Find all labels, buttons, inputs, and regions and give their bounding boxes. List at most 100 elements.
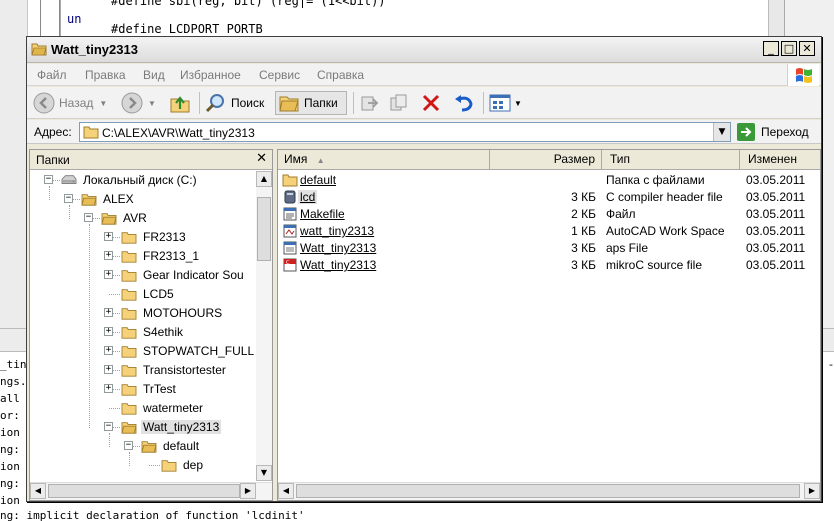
- expand-icon[interactable]: +: [104, 232, 113, 241]
- file-name: watt_tiny2313: [300, 224, 375, 238]
- scroll-down-icon[interactable]: ▼: [256, 465, 272, 481]
- file-row[interactable]: watt_tiny2313 1 КБ AutoCAD Work Space 03.05…: [278, 223, 820, 240]
- output-line: ion: [0, 426, 20, 439]
- up-folder-button[interactable]: [169, 91, 193, 115]
- file-row[interactable]: Watt_tiny2313 3 КБ aps File 03.05.2011: [278, 240, 820, 257]
- go-button[interactable]: Переход: [737, 122, 821, 142]
- tree-item[interactable]: − ALEX: [30, 190, 256, 209]
- folders-toggle-button[interactable]: Папки: [275, 91, 347, 115]
- chevron-down-icon[interactable]: ▼: [148, 99, 156, 108]
- column-name[interactable]: Имя ▲: [278, 150, 490, 170]
- file-row[interactable]: lcd 3 КБ C compiler header file 03.05.2011: [278, 189, 820, 206]
- collapse-icon[interactable]: −: [44, 175, 53, 184]
- tree-item[interactable]: + S4ethik: [30, 323, 256, 342]
- menu-edit[interactable]: Правка: [85, 68, 126, 82]
- tree-item[interactable]: + Gear Indicator Sou: [30, 266, 256, 285]
- expand-icon[interactable]: +: [104, 308, 113, 317]
- file-row[interactable]: Makefile 2 КБ Файл 03.05.2011: [278, 206, 820, 223]
- chevron-down-icon[interactable]: ▼: [99, 99, 107, 108]
- tree-item[interactable]: LCD5: [30, 285, 256, 304]
- file-list-header: Имя ▲ Размер Тип Изменен: [278, 150, 820, 170]
- tree-item[interactable]: + FR2313_1: [30, 247, 256, 266]
- file-row[interactable]: C Watt_tiny2313 3 КБ mikroC source file 03.0…: [278, 257, 820, 274]
- scroll-thumb[interactable]: [296, 484, 800, 498]
- views-button[interactable]: ▼: [489, 91, 527, 115]
- address-input[interactable]: C:\ALEX\AVR\Watt_tiny2313 ▼: [79, 122, 731, 142]
- address-label: Адрес:: [34, 125, 72, 139]
- tree-vertical-scrollbar[interactable]: ▲ ▼: [256, 171, 272, 481]
- column-size[interactable]: Размер: [492, 150, 602, 170]
- scroll-up-icon[interactable]: ▲: [256, 171, 272, 187]
- file-size: 3 КБ: [571, 241, 596, 255]
- menu-favorites[interactable]: Избранное: [180, 68, 241, 82]
- close-button[interactable]: ✕: [799, 41, 815, 56]
- maximize-button[interactable]: □: [781, 41, 797, 56]
- scroll-right-icon[interactable]: ▶: [804, 483, 820, 499]
- scroll-left-icon[interactable]: ◀: [30, 483, 46, 499]
- tree-item[interactable]: − Локальный диск (C:): [30, 171, 256, 190]
- expand-icon[interactable]: +: [104, 346, 113, 355]
- tree-item[interactable]: − AVR: [30, 209, 256, 228]
- collapse-icon[interactable]: −: [124, 441, 133, 450]
- copy-to-button[interactable]: [389, 91, 411, 115]
- drive-icon: [61, 175, 77, 184]
- tree-item-label: Watt_tiny2313: [141, 420, 222, 434]
- folder-icon: [121, 308, 137, 320]
- expand-icon[interactable]: +: [104, 327, 113, 336]
- sort-ascending-icon: ▲: [316, 156, 325, 165]
- folder-icon: [121, 232, 137, 244]
- output-line: ion: [0, 494, 20, 507]
- code-area[interactable]: #define sbi(reg, bit) (reg|= (1<<bit)) #…: [60, 0, 780, 40]
- tree-item[interactable]: watermeter: [30, 399, 256, 418]
- close-icon[interactable]: ✕: [256, 151, 267, 166]
- menu-view[interactable]: Вид: [143, 68, 165, 82]
- undo-button[interactable]: [453, 91, 475, 115]
- scroll-right-icon[interactable]: ▶: [240, 483, 256, 499]
- forward-button[interactable]: ▼: [121, 91, 161, 115]
- tree-item[interactable]: + Transistortester: [30, 361, 256, 380]
- file-row[interactable]: default Папка с файлами 03.05.2011: [278, 172, 820, 189]
- scroll-left-icon[interactable]: ◀: [278, 483, 294, 499]
- tree-item-label: MOTOHOURS: [143, 306, 223, 320]
- folder-open-icon: [101, 213, 117, 225]
- title-bar[interactable]: Watt_tiny2313 _ □ ✕: [27, 37, 821, 63]
- file-list-horizontal-scrollbar[interactable]: ◀ ▶: [278, 482, 820, 500]
- tree-item[interactable]: − Watt_tiny2313: [30, 418, 256, 437]
- menu-tools[interactable]: Сервис: [259, 68, 300, 82]
- file-type: C compiler header file: [606, 190, 723, 204]
- delete-button[interactable]: [421, 91, 443, 115]
- chevron-down-icon[interactable]: ▼: [514, 99, 522, 108]
- menu-file[interactable]: Файл: [37, 68, 67, 82]
- scroll-thumb[interactable]: [48, 484, 240, 498]
- back-button[interactable]: Назад ▼: [33, 91, 117, 115]
- tree-horizontal-scrollbar[interactable]: ◀ ▶: [30, 482, 272, 500]
- move-to-button[interactable]: [359, 91, 381, 115]
- collapse-icon[interactable]: −: [64, 194, 73, 203]
- tree-item-label: FR2313_1: [143, 249, 200, 263]
- search-button[interactable]: Поиск: [205, 91, 271, 115]
- folder-icon: [121, 403, 137, 415]
- collapse-icon[interactable]: −: [104, 422, 113, 431]
- scroll-thumb[interactable]: [257, 197, 271, 261]
- address-bar: Адрес: C:\ALEX\AVR\Watt_tiny2313 ▼ Перех…: [27, 120, 821, 144]
- tree-item[interactable]: + STOPWATCH_FULL: [30, 342, 256, 361]
- tree-item[interactable]: dep: [30, 456, 256, 475]
- column-type[interactable]: Тип: [604, 150, 740, 170]
- tree-item[interactable]: − default: [30, 437, 256, 456]
- tree-item[interactable]: + FR2313: [30, 228, 256, 247]
- column-modified[interactable]: Изменен: [742, 150, 822, 170]
- minimize-button[interactable]: _: [763, 41, 779, 56]
- expand-icon[interactable]: +: [104, 365, 113, 374]
- tree-item[interactable]: + MOTOHOURS: [30, 304, 256, 323]
- expand-icon[interactable]: +: [104, 251, 113, 260]
- address-dropdown-icon[interactable]: ▼: [713, 123, 730, 141]
- aps-file-icon: [283, 241, 297, 255]
- address-path: C:\ALEX\AVR\Watt_tiny2313: [102, 126, 255, 140]
- expand-icon[interactable]: +: [104, 384, 113, 393]
- tree-item[interactable]: + TrTest: [30, 380, 256, 399]
- output-line: ng:: [0, 443, 20, 456]
- editor-scrollbar[interactable]: [768, 0, 784, 36]
- expand-icon[interactable]: +: [104, 270, 113, 279]
- menu-help[interactable]: Справка: [317, 68, 364, 82]
- collapse-icon[interactable]: −: [84, 213, 93, 222]
